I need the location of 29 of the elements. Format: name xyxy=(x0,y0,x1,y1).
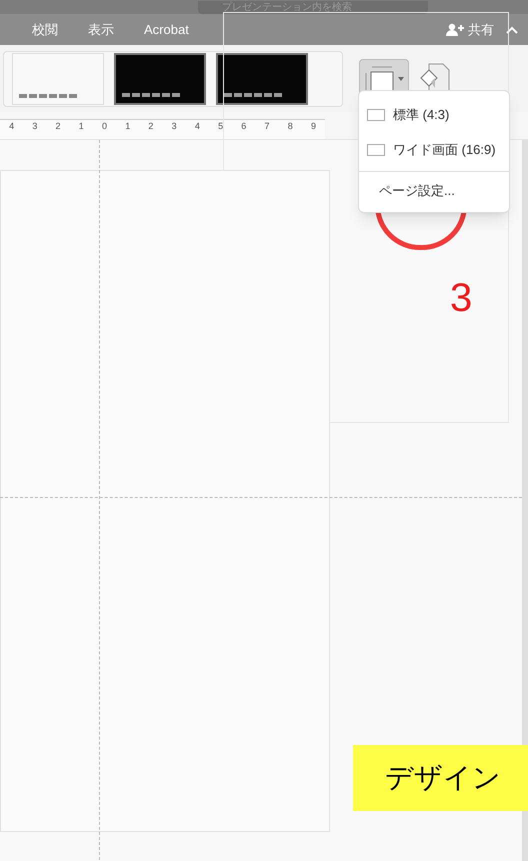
menu-item[interactable]: 標準 (4:3) xyxy=(359,97,509,132)
slide-icon xyxy=(367,108,385,120)
caret-icon xyxy=(398,76,404,80)
ruler-number: 9 xyxy=(310,120,317,132)
ribbon-tab[interactable]: 表示 xyxy=(88,20,114,40)
caption-label: デザイン xyxy=(353,745,528,811)
step-number: 3 xyxy=(450,275,472,322)
ruler-number: 4 xyxy=(194,120,201,132)
ruler-number: 5 xyxy=(217,120,224,132)
slide-icon xyxy=(367,144,385,156)
ruler-number: 0 xyxy=(100,120,108,132)
ruler-number: 1 xyxy=(78,120,85,132)
ruler-number: 3 xyxy=(31,120,38,132)
ruler-number: 3 xyxy=(170,120,178,132)
ruler-number: 2 xyxy=(147,120,154,132)
ruler-number: 2 xyxy=(54,120,62,132)
theme-thumbnail[interactable] xyxy=(216,52,308,104)
collapse-icon[interactable] xyxy=(506,26,518,34)
theme-thumbnail[interactable] xyxy=(114,52,206,104)
ruler-number: 7 xyxy=(264,120,271,132)
add-person-icon xyxy=(446,23,464,36)
ribbon-tab[interactable]: 校閲 xyxy=(32,20,58,40)
ruler-number: 4 xyxy=(8,120,16,132)
ruler-number: 1 xyxy=(124,120,132,132)
menu-item[interactable]: ワイド画面 (16:9) xyxy=(359,132,509,167)
ruler-number: 8 xyxy=(286,120,294,132)
share-button[interactable]: 共有 xyxy=(446,20,494,40)
ruler-number: 6 xyxy=(240,120,248,132)
ribbon-tab[interactable]: Acrobat xyxy=(144,20,189,40)
